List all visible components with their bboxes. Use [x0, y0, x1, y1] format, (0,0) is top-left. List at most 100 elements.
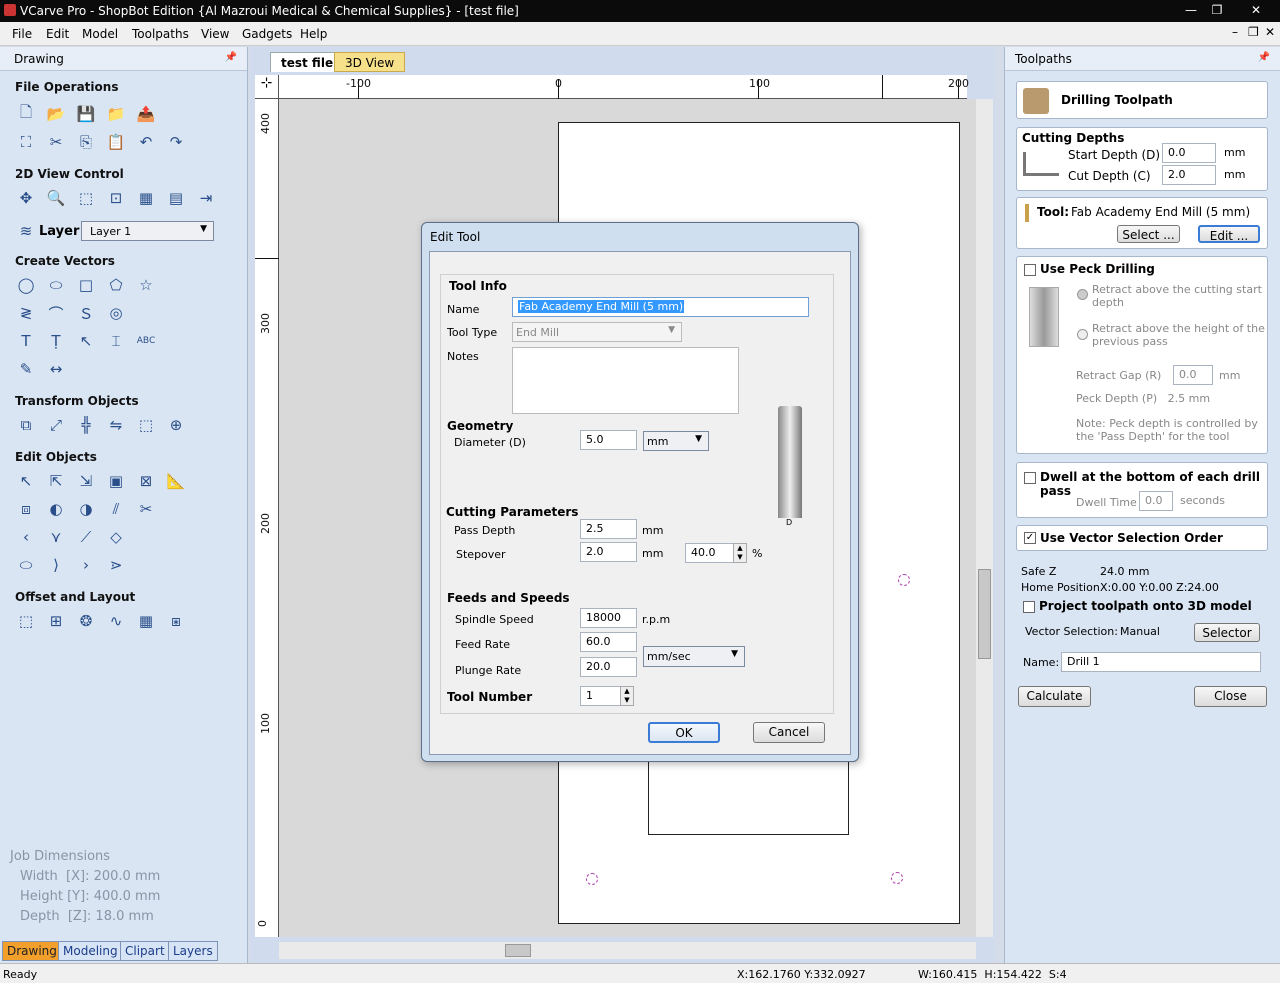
- circular-array-icon[interactable]: ❂: [75, 610, 97, 632]
- mirror-icon[interactable]: ⇋: [105, 414, 127, 436]
- text-block-icon[interactable]: ⌶: [105, 330, 127, 352]
- layer-select[interactable]: Layer 1 ▼: [81, 221, 214, 241]
- circle-icon[interactable]: ◯: [15, 274, 37, 296]
- calculate-button[interactable]: Calculate: [1018, 686, 1091, 707]
- group-icon[interactable]: ▣: [105, 470, 127, 492]
- stepover-percent-input[interactable]: 40.0: [685, 543, 735, 563]
- arc-icon[interactable]: ⌒: [45, 302, 67, 324]
- menu-view[interactable]: View: [201, 27, 229, 41]
- tab-test-file[interactable]: test file: [270, 52, 345, 72]
- menu-edit[interactable]: Edit: [46, 27, 69, 41]
- dwell-checkbox[interactable]: [1024, 472, 1036, 484]
- open-file-icon[interactable]: 📂: [45, 103, 67, 125]
- import-bitmap-icon[interactable]: 📤: [135, 103, 157, 125]
- intersect-icon[interactable]: ◑: [75, 498, 97, 520]
- offset-icon[interactable]: ⬚: [15, 610, 37, 632]
- close-vectors-icon[interactable]: ◇: [105, 526, 127, 548]
- dogbone-icon[interactable]: ⋗: [105, 554, 127, 576]
- dwell-time-input[interactable]: 0.0: [1139, 491, 1173, 511]
- drill-point[interactable]: [586, 873, 598, 885]
- ruler-origin-icon[interactable]: ⊹: [255, 75, 279, 99]
- select-icon[interactable]: ↖: [15, 470, 37, 492]
- mdi-restore-icon[interactable]: ❐: [1248, 25, 1259, 39]
- tab-icon[interactable]: ›: [75, 554, 97, 576]
- drill-point[interactable]: [891, 872, 903, 884]
- toolpath-name-input[interactable]: Drill 1: [1061, 652, 1261, 672]
- spindle-speed-input[interactable]: 18000: [580, 608, 637, 628]
- pass-depth-input[interactable]: 2.5: [580, 519, 637, 539]
- polyline-icon[interactable]: ≷: [15, 302, 37, 324]
- copy-icon[interactable]: ⎘: [75, 131, 97, 153]
- menu-model[interactable]: Model: [82, 27, 118, 41]
- star-icon[interactable]: ☆: [135, 274, 157, 296]
- auto-layout-text-icon[interactable]: Ṭ: [45, 330, 67, 352]
- selector-button[interactable]: Selector ...: [1194, 623, 1260, 658]
- text-on-curve-icon[interactable]: ↖: [75, 330, 97, 352]
- start-depth-input[interactable]: 0.0: [1162, 143, 1216, 163]
- diameter-unit-select[interactable]: mm ▼: [643, 431, 709, 451]
- notes-textarea[interactable]: [512, 347, 739, 414]
- ungroup-icon[interactable]: ⊠: [135, 470, 157, 492]
- dimension-icon[interactable]: ↔: [45, 358, 67, 380]
- trim-icon[interactable]: ⫽: [105, 498, 127, 520]
- drill-point[interactable]: [898, 574, 910, 586]
- close-button[interactable]: Close: [1194, 686, 1267, 707]
- retract-previous-radio[interactable]: [1077, 329, 1088, 340]
- select-tool-button[interactable]: Select ...: [1117, 225, 1180, 243]
- align-icon[interactable]: ╬: [75, 414, 97, 436]
- stepover-input[interactable]: 2.0: [580, 542, 637, 562]
- text-icon[interactable]: T: [15, 330, 37, 352]
- job-setup-icon[interactable]: ⛶: [15, 131, 37, 153]
- interactive-select-icon[interactable]: ⇲: [75, 470, 97, 492]
- pan-icon[interactable]: ✥: [15, 187, 37, 209]
- edit-tool-button[interactable]: Edit ...: [1198, 225, 1260, 243]
- retract-gap-input[interactable]: 0.0: [1173, 365, 1213, 385]
- menu-gadgets[interactable]: Gadgets: [242, 27, 292, 41]
- peck-drilling-checkbox[interactable]: [1024, 264, 1036, 276]
- project-3d-checkbox[interactable]: [1023, 601, 1035, 613]
- mdi-minimize-icon[interactable]: –: [1232, 25, 1238, 39]
- layout-icon[interactable]: ⧆: [165, 610, 187, 632]
- tab-layers[interactable]: Layers: [168, 941, 218, 961]
- join-icon[interactable]: ⋎: [45, 526, 67, 548]
- maximize-icon[interactable]: ❐: [1204, 0, 1230, 20]
- save-icon[interactable]: 💾: [75, 103, 97, 125]
- scale-icon[interactable]: ⤢: [45, 414, 67, 436]
- vertical-scroll-thumb[interactable]: [978, 569, 991, 659]
- view-toggle-icon[interactable]: ▦: [135, 187, 157, 209]
- feed-rate-input[interactable]: 60.0: [580, 632, 637, 652]
- horizontal-scroll-thumb[interactable]: [505, 944, 531, 957]
- new-file-icon[interactable]: 🗋: [15, 103, 37, 125]
- curve-fit-icon[interactable]: ⟋: [75, 526, 97, 548]
- tool-number-spinner-icon[interactable]: ▲ ▼: [620, 686, 634, 706]
- spell-check-icon[interactable]: ABC: [135, 330, 157, 352]
- extend-icon[interactable]: ⟩: [45, 554, 67, 576]
- polygon-icon[interactable]: ⬠: [105, 274, 127, 296]
- set-origin-icon[interactable]: ⊕: [165, 414, 187, 436]
- array-copy-icon[interactable]: ⊞: [45, 610, 67, 632]
- ok-button[interactable]: OK: [648, 722, 720, 743]
- redo-icon[interactable]: ↷: [165, 131, 187, 153]
- tab-drawing[interactable]: Drawing: [2, 941, 62, 961]
- subtract-icon[interactable]: ◐: [45, 498, 67, 520]
- tool-type-select[interactable]: End Mill ▼: [512, 322, 682, 342]
- fillet-icon[interactable]: ‹: [15, 526, 37, 548]
- tool-number-input[interactable]: 1: [580, 686, 622, 706]
- curve-icon[interactable]: Ｓ: [75, 302, 97, 324]
- menu-help[interactable]: Help: [300, 27, 327, 41]
- ellipse-icon[interactable]: ⬭: [45, 274, 67, 296]
- move-icon[interactable]: ⧉: [15, 414, 37, 436]
- tool-name-input[interactable]: Fab Academy End Mill (5 mm): [512, 297, 809, 317]
- smooth-icon[interactable]: ⬭: [15, 554, 37, 576]
- distort-icon[interactable]: ⬚: [135, 414, 157, 436]
- rectangle-icon[interactable]: □: [75, 274, 97, 296]
- import-vectors-icon[interactable]: 📁: [105, 103, 127, 125]
- plunge-rate-input[interactable]: 20.0: [580, 657, 637, 677]
- view-export-icon[interactable]: ⇥: [195, 187, 217, 209]
- trace-bitmap-icon[interactable]: ✎: [15, 358, 37, 380]
- minimize-icon[interactable]: —: [1178, 0, 1204, 20]
- measure-icon[interactable]: 📐: [165, 470, 187, 492]
- menu-file[interactable]: File: [12, 27, 32, 41]
- mdi-close-icon[interactable]: ✕: [1265, 25, 1275, 39]
- tab-3d-view[interactable]: 3D View: [334, 52, 406, 72]
